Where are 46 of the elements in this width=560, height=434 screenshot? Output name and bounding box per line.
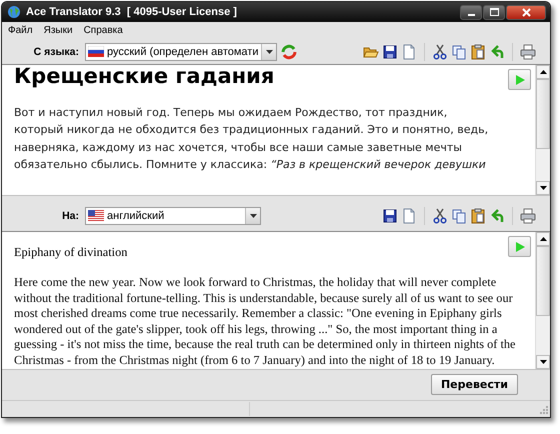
scroll-down-arrow-icon[interactable] <box>540 186 546 190</box>
translation-heading: Epiphany of divination <box>14 245 128 260</box>
scrollbar[interactable] <box>535 232 550 369</box>
save-icon[interactable] <box>382 208 398 224</box>
translation-text-area[interactable] <box>2 231 550 370</box>
resize-grip-icon[interactable] <box>538 404 548 414</box>
menu-item[interactable]: Справка <box>84 25 123 36</box>
clipboard-icon[interactable] <box>470 208 486 224</box>
menu-item[interactable]: Файл <box>8 25 33 36</box>
target-language-label: На: <box>61 210 79 222</box>
scroll-down-arrow-icon[interactable] <box>540 360 546 364</box>
scroll-up-arrow-icon[interactable] <box>540 70 546 74</box>
scroll-up-arrow-icon[interactable] <box>540 237 546 241</box>
clipboard-icon[interactable] <box>470 44 486 60</box>
scissors-icon[interactable] <box>432 44 448 60</box>
undo-arrow-icon[interactable] <box>489 44 505 60</box>
globe-icon <box>7 5 21 19</box>
swap-languages-icon[interactable] <box>280 42 298 60</box>
close-icon <box>522 8 530 16</box>
menu-item[interactable]: Языки <box>44 25 73 36</box>
copy-icon[interactable] <box>451 208 467 224</box>
scissors-icon[interactable] <box>432 208 448 224</box>
flag-icon <box>88 46 104 57</box>
source-language-label: С языка: <box>32 46 79 58</box>
dropdown-arrow-icon[interactable] <box>266 50 273 54</box>
scrollbar[interactable] <box>535 65 550 195</box>
source-heading: Крещенские гадания <box>14 65 274 89</box>
translation-paragraph: Here come the new year. Now we look forward to Christmas, the holiday that will never complete without the traditional fortune-telling. This is understandable, because surely all of us want to see our most cherished dreams come true necessarily. Remember a classic: "One evening in Epiphany girls wondered out of the gate's slipper, took off his legs, throwing ..." So, the most important thing in a guessing - it's not miss the time, because the real truth can be determined only in thirteen nights of the Christmas - from the Christmas night (from 6 to 7 January) and into the night of 18 to 19 January. <box>14 275 516 368</box>
language-dropdown[interactable]: английский <box>85 206 261 224</box>
dropdown-arrow-icon[interactable] <box>250 214 256 218</box>
printer-icon[interactable] <box>520 44 536 60</box>
window-title: Ace Translator 9.3 [ 4095-User License ] <box>26 6 237 18</box>
copy-icon[interactable] <box>451 44 467 60</box>
save-icon[interactable] <box>382 44 398 60</box>
undo-arrow-icon[interactable] <box>489 208 505 224</box>
printer-icon[interactable] <box>520 208 536 224</box>
play-icon <box>514 240 526 252</box>
translate-button[interactable]: Перевести <box>430 374 518 395</box>
close-button[interactable] <box>506 4 546 20</box>
play-icon <box>514 74 526 86</box>
language-dropdown[interactable]: русский (определен автомати <box>85 42 278 60</box>
flag-icon <box>88 210 104 221</box>
maximize-button[interactable] <box>483 4 505 20</box>
source-paragraph: Вот и наступил новый год. Теперь мы ожидаем Рождество, тот праздник, который никогда не обходится без традиционных гаданий. Это и понятно, ведь, наверняка, каждому из нас хочется, чтобы все наши самые заветные мечты обязательно сбылись. Помните у классика: “Раз в крещенский вечерок девушки <box>14 105 490 173</box>
minimize-button[interactable] <box>460 4 482 20</box>
source-text-area[interactable] <box>2 64 550 196</box>
